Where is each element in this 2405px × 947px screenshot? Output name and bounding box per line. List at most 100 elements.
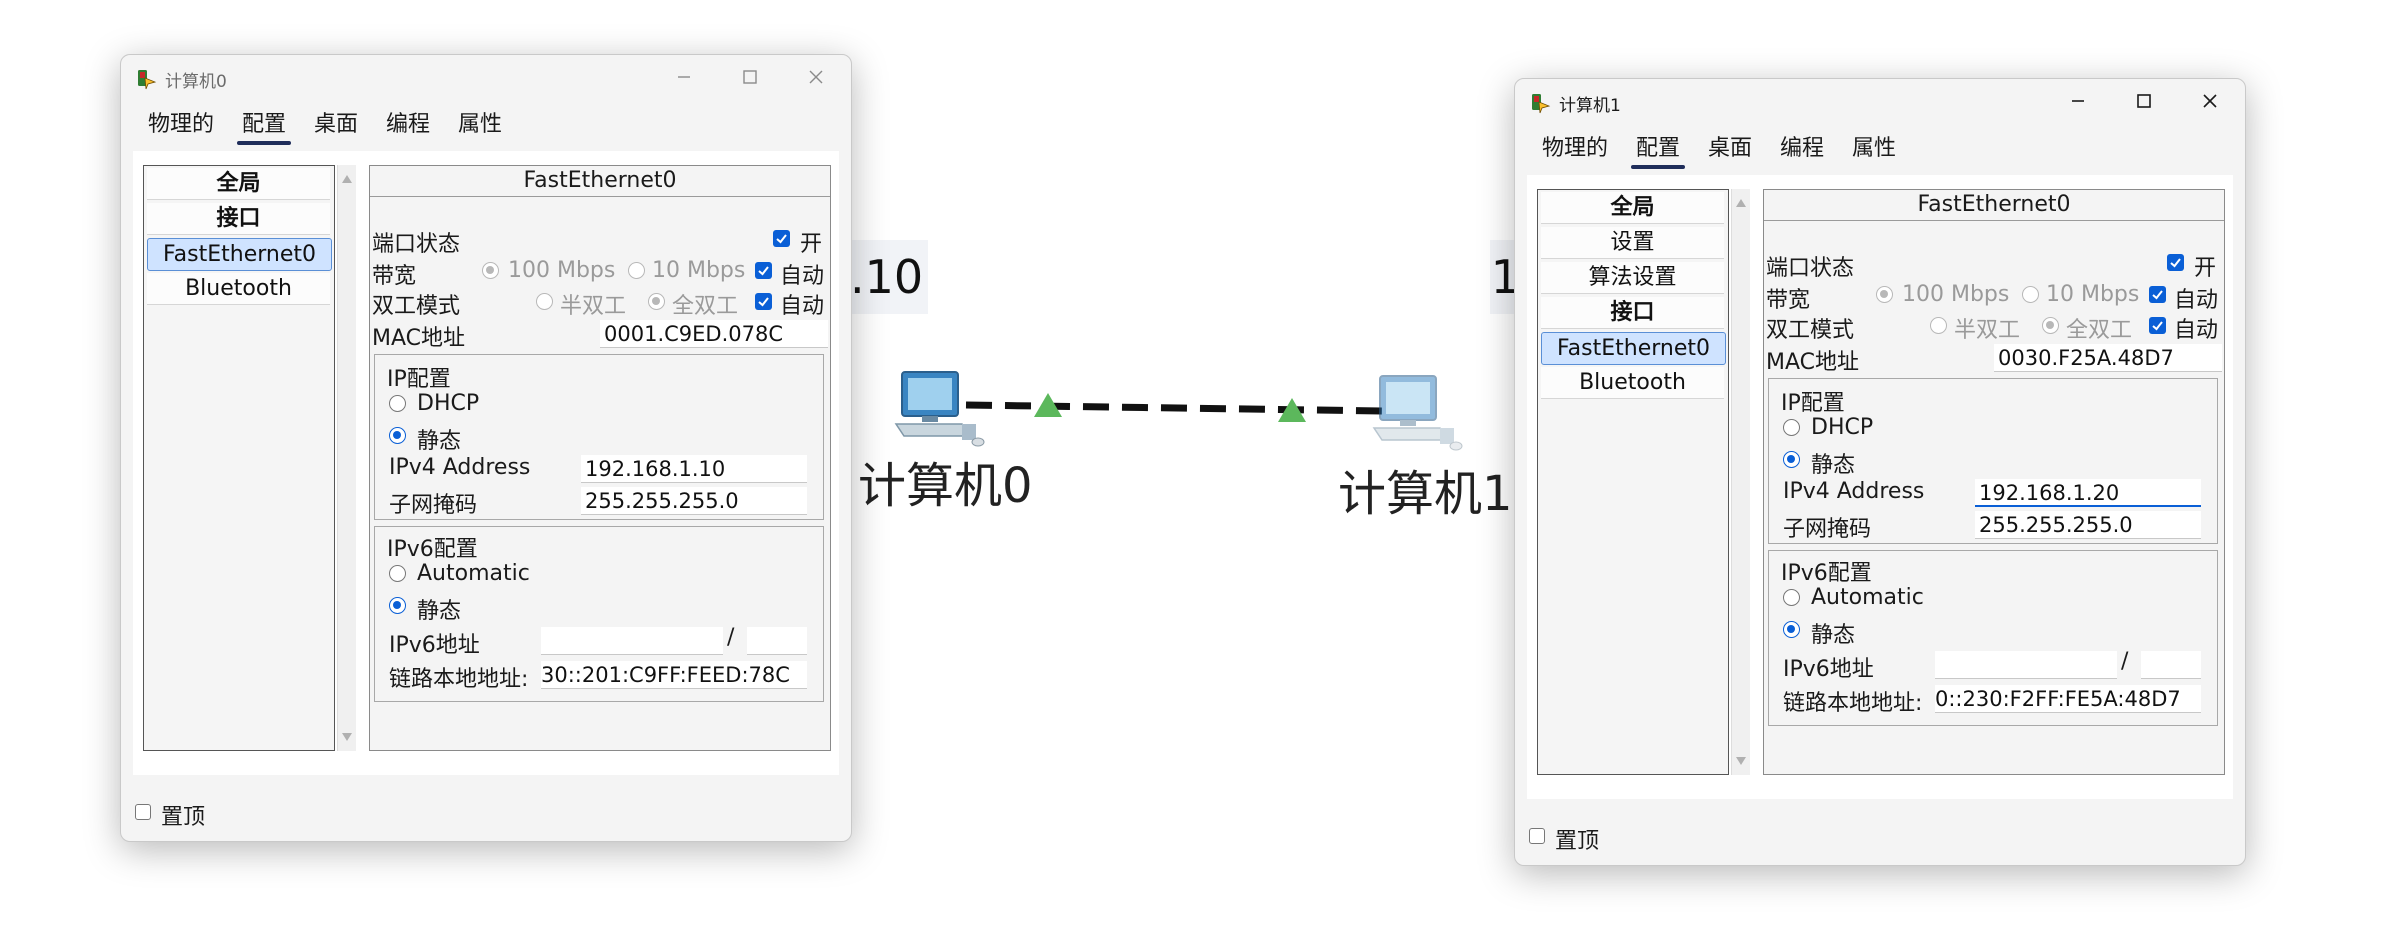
duplex-auto-checkbox[interactable] bbox=[755, 293, 772, 310]
pc-icon[interactable] bbox=[892, 368, 988, 452]
minimize-button[interactable] bbox=[661, 61, 707, 93]
ip-config-group: IP配置 DHCP 静态 IPv4 Address 192.168.1.10 子… bbox=[374, 354, 824, 520]
nav-scrollbar[interactable] bbox=[1731, 189, 1750, 775]
ipv6-static-radio[interactable] bbox=[389, 597, 406, 614]
scroll-down-arrow-icon[interactable] bbox=[342, 733, 352, 741]
checkbox-checked-icon bbox=[2152, 321, 2163, 331]
nav-item-interface[interactable]: 接口 bbox=[1541, 297, 1724, 329]
full-duplex-radio[interactable] bbox=[648, 293, 665, 310]
ipv6-prefix-slash: / bbox=[727, 625, 735, 650]
checkbox-checked-icon bbox=[776, 234, 787, 244]
ipv6-config-group: IPv6配置 Automatic 静态 IPv6地址 / 链路本地地址: 30:… bbox=[374, 526, 824, 702]
close-button[interactable] bbox=[2187, 85, 2233, 117]
nav-item-global[interactable]: 全局 bbox=[1541, 192, 1724, 224]
port-on-checkbox[interactable] bbox=[2167, 254, 2184, 271]
ipv6-address-input[interactable] bbox=[1935, 651, 2117, 679]
dhcp-label: DHCP bbox=[1811, 415, 1874, 440]
dhcp-radio[interactable] bbox=[389, 395, 406, 412]
pc1-label[interactable]: 计算机1 bbox=[1338, 454, 1513, 524]
nav-item-bluetooth[interactable]: Bluetooth bbox=[1541, 367, 1724, 399]
scroll-down-arrow-icon[interactable] bbox=[1736, 757, 1746, 765]
bw-100-radio[interactable] bbox=[1876, 286, 1893, 303]
ipv6-config-label: IPv6配置 bbox=[387, 537, 478, 562]
full-duplex-radio[interactable] bbox=[2042, 317, 2059, 334]
mac-label: MAC地址 bbox=[372, 326, 466, 351]
duplex-auto-checkbox[interactable] bbox=[2149, 317, 2166, 334]
tab-programming[interactable]: 编程 bbox=[1777, 131, 1827, 167]
half-duplex-radio[interactable] bbox=[536, 293, 553, 310]
pc0-label[interactable]: 计算机0 bbox=[858, 446, 1033, 516]
port-on-checkbox[interactable] bbox=[773, 230, 790, 247]
subnet-mask-input[interactable]: 255.255.255.0 bbox=[581, 487, 807, 515]
nav-item-interface[interactable]: 接口 bbox=[147, 203, 330, 235]
static-ip-radio[interactable] bbox=[1783, 451, 1800, 468]
ipv6-static-radio[interactable] bbox=[1783, 621, 1800, 638]
ipv4-address-input[interactable]: 192.168.1.20 bbox=[1975, 479, 2201, 507]
bw-10-radio[interactable] bbox=[628, 262, 645, 279]
config-content: 全局 设置 算法设置 接口 FastEthernet0 Bluetooth Fa… bbox=[1527, 175, 2233, 799]
ipv6-address-input[interactable] bbox=[541, 627, 723, 655]
mac-address-field[interactable]: 0030.F25A.48D7 bbox=[1994, 344, 2222, 372]
pc-icon[interactable] bbox=[1370, 372, 1466, 456]
bw-auto-checkbox[interactable] bbox=[755, 262, 772, 279]
window-title: 计算机1 bbox=[1559, 96, 1621, 116]
maximize-button[interactable] bbox=[727, 61, 773, 93]
tab-config[interactable]: 配置 bbox=[1631, 131, 1685, 169]
tab-attributes[interactable]: 属性 bbox=[1849, 131, 1899, 167]
packet-tracer-app-icon bbox=[1532, 94, 1551, 114]
ipv6-automatic-radio[interactable] bbox=[1783, 589, 1800, 606]
nav-item-fastethernet0[interactable]: FastEthernet0 bbox=[147, 238, 332, 271]
subnet-mask-input[interactable]: 255.255.255.0 bbox=[1975, 511, 2201, 539]
bw-10-radio[interactable] bbox=[2022, 286, 2039, 303]
nav-item-algorithm-settings[interactable]: 算法设置 bbox=[1541, 262, 1724, 294]
tab-physical[interactable]: 物理的 bbox=[145, 107, 217, 143]
dhcp-radio[interactable] bbox=[1783, 419, 1800, 436]
pc0-config-window[interactable]: 计算机0 物理的 配置 桌面 编程 属性 全局 接口 FastEthernet0… bbox=[120, 54, 852, 842]
ipv6-automatic-radio[interactable] bbox=[389, 565, 406, 582]
half-duplex-radio[interactable] bbox=[1930, 317, 1947, 334]
subnet-mask-label: 子网掩码 bbox=[389, 493, 478, 518]
nav-item-bluetooth[interactable]: Bluetooth bbox=[147, 273, 330, 305]
static-ip-label: 静态 bbox=[417, 429, 462, 454]
checkbox-checked-icon bbox=[2152, 290, 2163, 300]
interface-panel: FastEthernet0 端口状态 开 带宽 100 Mbps 10 Mbps… bbox=[369, 165, 831, 751]
bw-auto-checkbox[interactable] bbox=[2149, 286, 2166, 303]
close-button[interactable] bbox=[793, 61, 839, 93]
nav-item-global[interactable]: 全局 bbox=[147, 168, 330, 200]
tab-desktop[interactable]: 桌面 bbox=[1705, 131, 1755, 167]
config-content: 全局 接口 FastEthernet0 Bluetooth FastEthern… bbox=[133, 151, 839, 775]
link-local-address-field[interactable]: 0::230:F2FF:FE5A:48D7 bbox=[1935, 685, 2201, 713]
ipv4-address-input[interactable]: 192.168.1.10 bbox=[581, 455, 807, 483]
bw-auto-label: 自动 bbox=[780, 264, 825, 289]
tab-programming[interactable]: 编程 bbox=[383, 107, 433, 143]
always-on-top-checkbox[interactable] bbox=[1529, 828, 1545, 844]
ipv6-prefix-input[interactable] bbox=[2141, 651, 2201, 679]
nav-item-settings[interactable]: 设置 bbox=[1541, 227, 1724, 259]
scroll-up-arrow-icon[interactable] bbox=[1736, 199, 1746, 207]
always-on-top-checkbox[interactable] bbox=[135, 804, 151, 820]
duplex-label: 双工模式 bbox=[372, 294, 461, 319]
pc1-config-window[interactable]: 计算机1 物理的 配置 桌面 编程 属性 全局 设置 算法设置 接口 FastE… bbox=[1514, 78, 2246, 866]
nav-scrollbar[interactable] bbox=[337, 165, 356, 751]
mac-label: MAC地址 bbox=[1766, 350, 1860, 375]
scroll-up-arrow-icon[interactable] bbox=[342, 175, 352, 183]
nav-item-fastethernet0[interactable]: FastEthernet0 bbox=[1541, 332, 1726, 365]
ipv6-config-group: IPv6配置 Automatic 静态 IPv6地址 / 链路本地地址: 0::… bbox=[1768, 550, 2218, 726]
checkbox-checked-icon bbox=[2170, 258, 2181, 268]
ipv6-prefix-input[interactable] bbox=[747, 627, 807, 655]
maximize-button[interactable] bbox=[2121, 85, 2167, 117]
subnet-mask-label: 子网掩码 bbox=[1783, 517, 1872, 542]
tab-physical[interactable]: 物理的 bbox=[1539, 131, 1611, 167]
bandwidth-label: 带宽 bbox=[372, 264, 417, 289]
bw-100-radio[interactable] bbox=[482, 262, 499, 279]
bw-10-label: 10 Mbps bbox=[2046, 282, 2140, 307]
tab-config[interactable]: 配置 bbox=[237, 107, 291, 145]
link-local-address-field[interactable]: 30::201:C9FF:FEED:78C bbox=[541, 661, 807, 689]
minimize-button[interactable] bbox=[2055, 85, 2101, 117]
title-bar[interactable]: 计算机0 bbox=[121, 55, 851, 99]
mac-address-field[interactable]: 0001.C9ED.078C bbox=[600, 320, 828, 348]
title-bar[interactable]: 计算机1 bbox=[1515, 79, 2245, 123]
tab-desktop[interactable]: 桌面 bbox=[311, 107, 361, 143]
tab-attributes[interactable]: 属性 bbox=[455, 107, 505, 143]
static-ip-radio[interactable] bbox=[389, 427, 406, 444]
